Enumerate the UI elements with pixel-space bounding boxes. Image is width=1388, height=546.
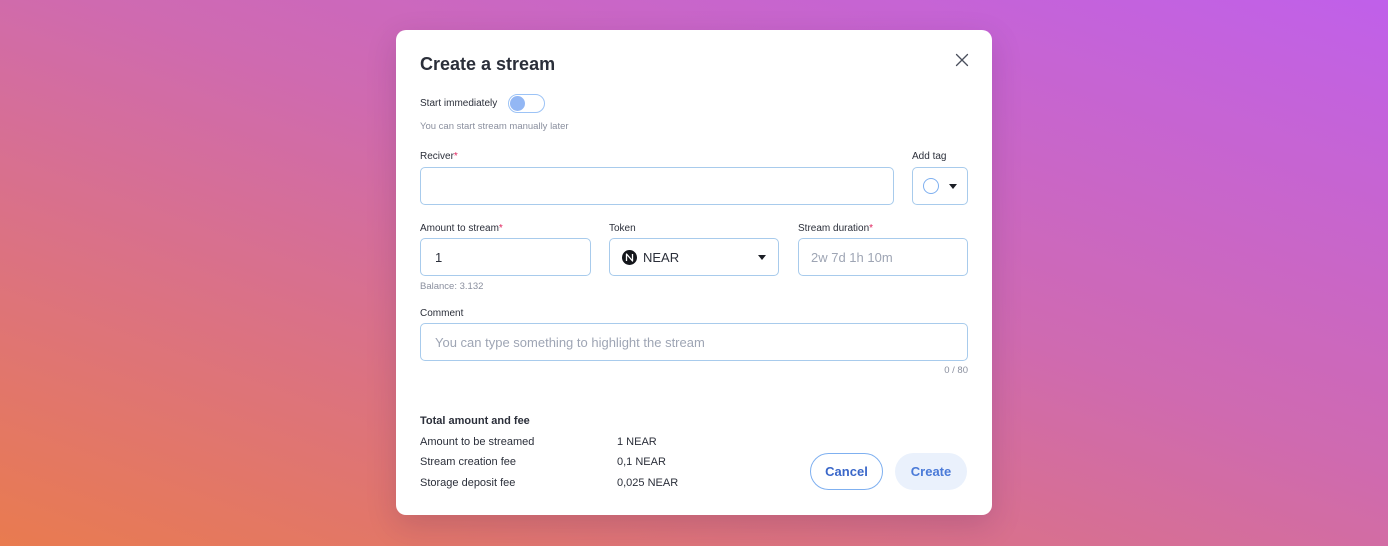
summary-label-storage-fee: Storage deposit fee [420, 477, 516, 489]
amount-input[interactable] [435, 249, 576, 265]
amount-label: Amount to stream* [420, 223, 503, 234]
comment-field[interactable] [420, 323, 968, 361]
chevron-down-icon [758, 254, 766, 260]
chevron-down-icon [949, 183, 957, 189]
comment-input[interactable] [435, 334, 953, 350]
summary-label-amount: Amount to be streamed [420, 436, 535, 448]
summary-value-storage-fee: 0,025 NEAR [617, 477, 679, 489]
required-mark: * [498, 223, 503, 234]
token-value: NEAR [643, 249, 680, 265]
modal-title: Create a stream [420, 54, 556, 74]
duration-input[interactable] [811, 249, 955, 265]
start-immediately-toggle[interactable] [508, 94, 545, 113]
summary-value-amount: 1 NEAR [617, 436, 657, 448]
close-icon[interactable] [952, 50, 972, 70]
cancel-button[interactable]: Cancel [810, 453, 883, 490]
toggle-knob [510, 96, 525, 111]
summary-title: Total amount and fee [420, 415, 530, 427]
summary-label-creation-fee: Stream creation fee [420, 456, 516, 468]
receiver-field[interactable] [420, 167, 894, 205]
duration-label: Stream duration* [798, 223, 874, 234]
balance-text: Balance: 3.132 [420, 281, 484, 292]
token-label: Token [609, 223, 636, 234]
create-button[interactable]: Create [895, 453, 967, 490]
required-mark: * [869, 223, 874, 234]
receiver-label: Reciver* [420, 151, 458, 162]
duration-field[interactable] [798, 238, 968, 276]
receiver-input[interactable] [435, 178, 879, 194]
summary-value-creation-fee: 0,1 NEAR [617, 456, 666, 468]
near-logo-icon [622, 249, 637, 265]
create-stream-modal: Create a stream Start immediately You ca… [396, 30, 992, 515]
start-immediately-label: Start immediately [420, 98, 498, 109]
required-mark: * [453, 151, 458, 162]
add-tag-label: Add tag [912, 151, 947, 162]
comment-label: Comment [420, 308, 464, 319]
comment-counter: 0 / 80 [944, 365, 968, 376]
amount-field[interactable] [420, 238, 591, 276]
tag-color-circle-icon [923, 178, 939, 194]
token-select[interactable]: NEAR [609, 238, 779, 276]
start-hint: You can start stream manually later [420, 121, 569, 132]
add-tag-dropdown[interactable] [912, 167, 968, 205]
